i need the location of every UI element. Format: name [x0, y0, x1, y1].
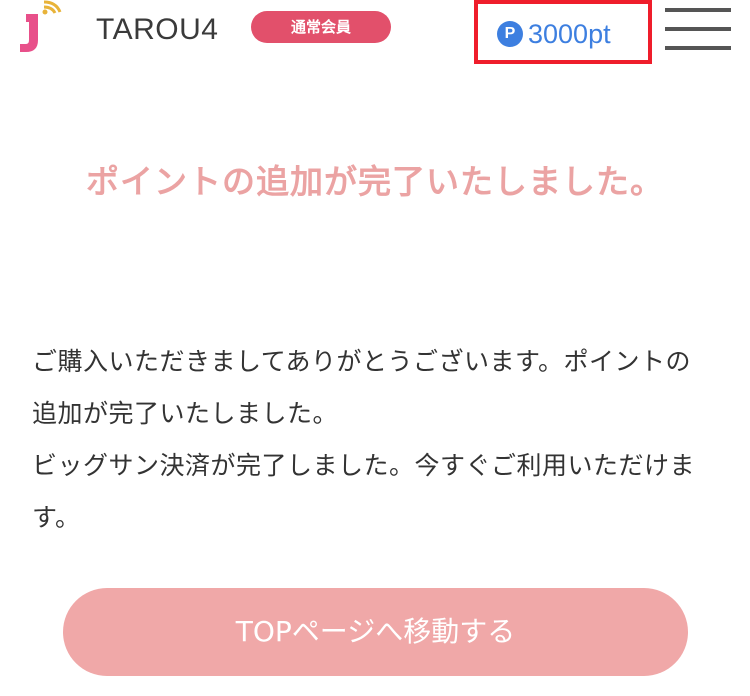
j-logo-icon[interactable]: [16, 0, 76, 60]
go-to-top-button[interactable]: TOPページへ移動する: [63, 588, 688, 676]
message-line: ご購入いただきましてありがとうございます。ポイントの追加が完了いたしました。: [32, 347, 692, 428]
username: TAROU4: [96, 13, 219, 46]
points-icon: P: [497, 21, 523, 47]
points-value: 3000pt: [528, 19, 611, 49]
menu-bar: [665, 46, 731, 50]
menu-bar: [665, 8, 731, 12]
completion-message: ご購入いただきましてありがとうございます。ポイントの追加が完了いたしました。 ビ…: [32, 336, 712, 544]
header: TAROU4 通常会員 P 3000pt: [0, 0, 750, 80]
message-line: ビッグサン決済が完了しました。今すぐご利用いただけます。: [32, 451, 696, 532]
hamburger-menu-icon[interactable]: [665, 6, 731, 52]
member-status-badge: 通常会員: [251, 11, 391, 43]
menu-bar: [665, 27, 731, 31]
completion-title: ポイントの追加が完了いたしました。: [86, 162, 664, 201]
points-balance[interactable]: P 3000pt: [474, 0, 652, 64]
